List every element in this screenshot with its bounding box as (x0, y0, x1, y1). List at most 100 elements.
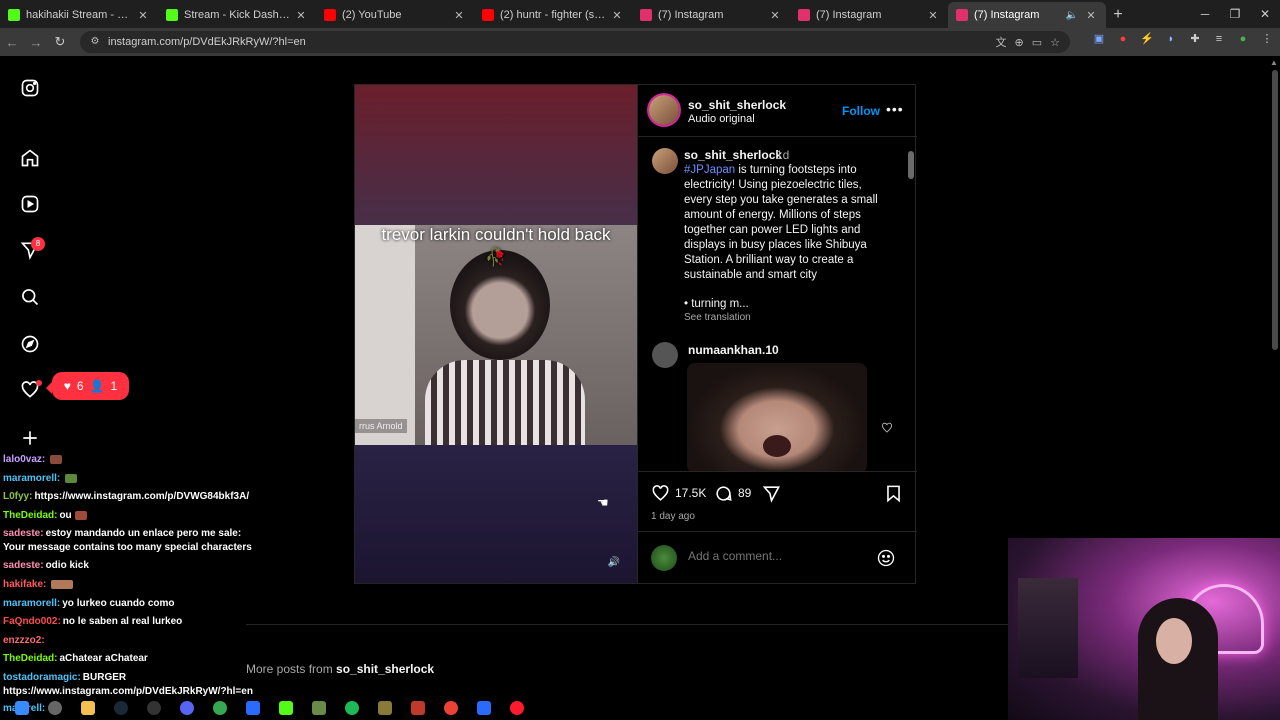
close-tab-icon[interactable]: ✕ (1084, 9, 1098, 22)
close-window-icon[interactable]: ✕ (1250, 0, 1280, 28)
share-icon (762, 485, 780, 503)
scroll-up-icon[interactable]: ▲ (1270, 58, 1278, 67)
caption-username[interactable]: so_shit_sherlock (684, 148, 782, 162)
opera-icon[interactable] (505, 698, 529, 718)
extensions-puzzle-icon[interactable]: ✚ (1188, 32, 1202, 46)
author-username[interactable]: so_shit_sherlock (688, 98, 786, 112)
cast-icon[interactable]: ▭ (1032, 36, 1042, 49)
site-info-icon[interactable]: ⚙ (88, 35, 102, 49)
search-icon[interactable] (43, 698, 67, 718)
activity-popup[interactable]: ♥ 6 👤 1 (46, 372, 129, 400)
commenter-username[interactable]: numaankhan.10 (688, 343, 779, 357)
more-posts-username[interactable]: so_shit_sherlock (336, 662, 434, 676)
comments-scrollbar[interactable] (908, 141, 914, 471)
new-tab-button[interactable]: + (1106, 2, 1130, 28)
close-tab-icon[interactable]: ✕ (768, 9, 782, 22)
translate-icon[interactable]: 文 (996, 34, 1007, 50)
caption-avatar[interactable] (652, 148, 678, 174)
add-comment-input[interactable] (688, 549, 868, 563)
windows-start-icon[interactable] (10, 698, 34, 718)
followers-count: 1 (110, 379, 118, 393)
maximize-icon[interactable]: ❐ (1220, 0, 1250, 28)
chat-text[interactable]: https://www.instagram.com/p/DVWG84bkf3A/ (34, 491, 249, 502)
extension-icon[interactable]: ⚡ (1140, 32, 1154, 46)
speaker-icon[interactable]: 🔈 (1066, 10, 1078, 21)
app-icon[interactable] (241, 698, 265, 718)
share-button[interactable] (762, 484, 781, 503)
browser-tab[interactable]: (7) Instagram ✕ (790, 2, 948, 28)
close-tab-icon[interactable]: ✕ (136, 9, 150, 22)
extension-icon[interactable]: ● (1116, 32, 1130, 46)
reading-list-icon[interactable]: ≡ (1212, 32, 1226, 46)
extension-icon[interactable]: ◗ (1164, 32, 1178, 46)
chat-username: TheDeidad: (3, 510, 58, 521)
follow-button[interactable]: Follow (842, 104, 880, 118)
search-icon[interactable] (19, 286, 41, 308)
emoji-icon[interactable] (876, 548, 896, 568)
reel-video[interactable]: trevor larkin couldn't hold back 🥀 rrus … (355, 85, 637, 583)
post-side-panel: so_shit_sherlock Audio original Follow •… (637, 85, 917, 583)
browser-tab[interactable]: (2) YouTube ✕ (316, 2, 474, 28)
reload-icon[interactable]: ↻ (48, 34, 72, 50)
see-translation-link[interactable]: See translation (684, 312, 751, 323)
video-bottom (355, 445, 637, 583)
create-plus-icon[interactable] (19, 427, 41, 449)
app-icon[interactable] (307, 698, 331, 718)
url-text[interactable]: instagram.com/p/DVdEkJRkRyW/?hl=en (108, 36, 306, 48)
explore-compass-icon[interactable] (19, 333, 41, 355)
file-explorer-icon[interactable] (76, 698, 100, 718)
caption-time: 1d (776, 148, 790, 162)
home-icon[interactable] (19, 147, 41, 169)
scrollbar-thumb[interactable] (908, 151, 914, 179)
browser-tab[interactable]: hakihakii Stream - Watch Live o✕ (0, 2, 158, 28)
discord-icon[interactable] (175, 698, 199, 718)
instagram-logo-icon[interactable] (19, 77, 41, 99)
app-icon[interactable] (472, 698, 496, 718)
chrome-icon[interactable] (439, 698, 463, 718)
back-icon[interactable]: ← (0, 35, 24, 50)
close-tab-icon[interactable]: ✕ (452, 9, 466, 22)
bookmark-star-icon[interactable]: ☆ (1050, 36, 1060, 49)
author-avatar[interactable] (649, 95, 679, 125)
browser-tab-active[interactable]: (7) Instagram 🔈 ✕ (948, 2, 1106, 28)
comment-button[interactable]: 89 (714, 484, 751, 502)
spotify-icon[interactable] (340, 698, 364, 718)
comment-like-icon[interactable] (881, 421, 893, 433)
extension-icon[interactable]: ▣ (1092, 32, 1106, 46)
commenter-avatar[interactable] (652, 342, 678, 368)
kick-icon[interactable] (274, 698, 298, 718)
app-icon[interactable] (373, 698, 397, 718)
obs-icon[interactable] (142, 698, 166, 718)
save-button[interactable] (884, 484, 903, 502)
chat-username: lalo0vaz: (3, 454, 46, 465)
chrome-icon[interactable] (208, 698, 232, 718)
audio-label[interactable]: Audio original (688, 113, 755, 125)
zoom-icon[interactable]: ⊕ (1015, 36, 1024, 49)
emote-icon (65, 473, 78, 483)
webcam-shelf (1018, 578, 1078, 678)
browser-tab[interactable]: (7) Instagram ✕ (632, 2, 790, 28)
comments-list[interactable]: so_shit_sherlock 1d #JPJapan is turning … (638, 138, 917, 471)
hashtag-link[interactable]: #JPJapan (684, 164, 735, 176)
browser-tab[interactable]: Stream - Kick Dashboard✕ (158, 2, 316, 28)
forward-icon[interactable]: → (24, 35, 48, 50)
address-bar[interactable]: ⚙ instagram.com/p/DVdEkJRkRyW/?hl=en 文 ⊕… (80, 31, 1070, 53)
close-tab-icon[interactable]: ✕ (610, 9, 624, 22)
minimize-icon[interactable]: ─ (1190, 0, 1220, 28)
post-date[interactable]: 1 day ago (651, 511, 695, 522)
app-icon[interactable] (406, 698, 430, 718)
profile-avatar-icon[interactable]: ● (1236, 32, 1250, 46)
steam-icon[interactable] (109, 698, 133, 718)
close-tab-icon[interactable]: ✕ (294, 9, 308, 22)
more-options-icon[interactable]: ••• (886, 101, 904, 117)
chat-username: enzzzo2: (3, 635, 45, 646)
volume-icon[interactable]: 🔊 (607, 556, 621, 570)
browser-tab[interactable]: (2) huntr - fighter (soundcloud✕ (474, 2, 632, 28)
page-scrollbar-thumb[interactable] (1272, 70, 1278, 350)
reels-icon[interactable] (19, 193, 41, 215)
chat-username: L0fyy: (3, 491, 33, 502)
like-button[interactable]: 17.5K (651, 484, 706, 502)
menu-kebab-icon[interactable]: ⋮ (1260, 32, 1274, 46)
close-tab-icon[interactable]: ✕ (926, 9, 940, 22)
chat-message-continued: Your message contains too many special c… (3, 541, 265, 554)
